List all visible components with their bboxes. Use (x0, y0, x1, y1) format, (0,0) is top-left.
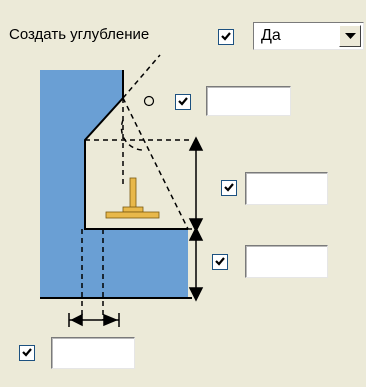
angle-input[interactable] (206, 86, 291, 116)
lower-depth-checkbox[interactable] (212, 254, 228, 270)
check-mark-icon (178, 97, 188, 106)
upper-depth-input[interactable] (245, 172, 328, 205)
lower-depth-input[interactable] (245, 245, 328, 278)
angle-checkbox[interactable] (175, 94, 191, 110)
material-upper-block (40, 70, 123, 229)
tool-shape (105, 177, 160, 219)
width-checkbox[interactable] (19, 345, 35, 361)
angle-marker (143, 95, 155, 107)
check-mark-icon (215, 257, 225, 266)
width-dimension-arrows (68, 313, 120, 327)
material-lower-block (40, 229, 188, 298)
check-mark-icon (224, 183, 234, 192)
check-mark-icon (22, 348, 32, 357)
upper-depth-checkbox[interactable] (221, 180, 237, 196)
recess-settings-panel: Создать углубление Да (0, 0, 366, 387)
depth-dimension-arrows (188, 136, 204, 302)
width-input[interactable] (51, 337, 135, 369)
